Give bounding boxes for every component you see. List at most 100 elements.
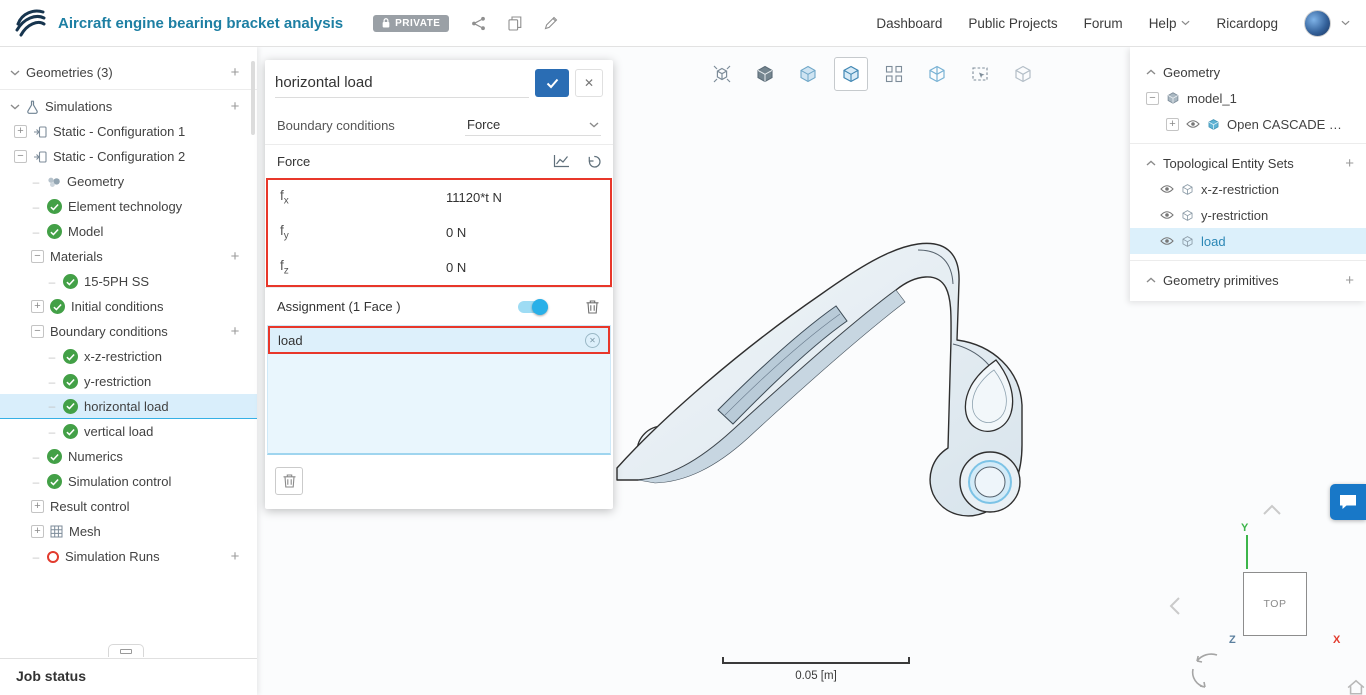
chevron-up-icon[interactable] [1146, 160, 1156, 166]
bc-type-select[interactable]: Force [465, 114, 601, 136]
app-logo-icon[interactable] [14, 5, 46, 42]
nav-forum[interactable]: Forum [1084, 16, 1123, 31]
job-status-bar[interactable]: Job status [0, 658, 257, 695]
isometric-view-button[interactable] [834, 57, 868, 91]
tree-item-static-configuration-2[interactable]: − Static - Configuration 2 [0, 144, 257, 169]
rotate-left-chevron-icon[interactable] [1169, 596, 1181, 616]
add-simulation-run-button[interactable]: + [227, 548, 243, 565]
geometry-section-header[interactable]: Geometry [1130, 59, 1366, 85]
hide-parts-button[interactable] [1006, 57, 1040, 91]
support-chat-button[interactable] [1330, 484, 1366, 520]
reset-undo-icon[interactable] [586, 154, 601, 169]
bc-name-input[interactable] [275, 68, 529, 98]
collapse-icon[interactable]: − [31, 250, 44, 263]
collapse-icon[interactable]: − [1146, 92, 1159, 105]
nav-help[interactable]: Help [1149, 16, 1191, 31]
visibility-eye-icon[interactable] [1160, 184, 1174, 194]
fz-value-input[interactable]: 0 N [446, 260, 466, 275]
explode-parts-button[interactable] [877, 57, 911, 91]
wireframe-view-button[interactable] [920, 57, 954, 91]
clear-assignment-trash-icon[interactable] [586, 300, 599, 314]
chevron-up-icon[interactable] [1146, 277, 1156, 283]
rotate-view-arrows-icon[interactable] [1187, 649, 1227, 691]
copy-icon[interactable] [508, 16, 522, 31]
topological-entity-sets-header[interactable]: Topological Entity Sets + [1130, 150, 1366, 176]
chevron-up-icon[interactable] [1146, 69, 1156, 75]
share-icon[interactable] [471, 16, 486, 31]
tree-item-simulation-runs[interactable]: – Simulation Runs + [0, 544, 257, 569]
visibility-eye-icon[interactable] [1160, 210, 1174, 220]
topo-set-load[interactable]: load [1130, 228, 1366, 254]
formula-table-icon[interactable] [553, 154, 570, 169]
tree-item-simulation-control[interactable]: – Simulation control [0, 469, 257, 494]
nav-public-projects[interactable]: Public Projects [968, 16, 1057, 31]
visibility-eye-icon[interactable] [1186, 119, 1200, 129]
rename-pencil-icon[interactable] [544, 16, 558, 30]
assignment-toggle[interactable] [518, 301, 548, 313]
collapse-icon[interactable]: − [14, 150, 27, 163]
tree-item-static-configuration-1[interactable]: + Static - Configuration 1 [0, 119, 257, 144]
tree-item-initial-conditions[interactable]: + Initial conditions [0, 294, 257, 319]
cad-part-icon [1207, 118, 1220, 131]
fy-value-input[interactable]: 0 N [446, 225, 466, 240]
lock-icon [382, 18, 390, 28]
collapse-icon[interactable]: − [31, 325, 44, 338]
fx-value-input[interactable]: 11120*t N [446, 190, 502, 205]
expand-icon[interactable]: + [31, 525, 44, 538]
expand-icon[interactable]: + [31, 500, 44, 513]
chevron-down-icon[interactable] [10, 70, 20, 76]
tree-item-material-15-5ph-ss[interactable]: – 15-5PH SS [0, 269, 257, 294]
sidebar-scrollbar[interactable] [251, 61, 255, 135]
expand-icon[interactable]: + [14, 125, 27, 138]
user-avatar[interactable] [1304, 10, 1331, 37]
tree-item-model[interactable]: – Model [0, 219, 257, 244]
add-simulation-button[interactable]: + [227, 98, 243, 115]
nav-dashboard[interactable]: Dashboard [876, 16, 942, 31]
nav-username[interactable]: Ricardopg [1216, 16, 1278, 31]
tree-item-xz-restriction[interactable]: – x-z-restriction [0, 344, 257, 369]
tree-item-materials[interactable]: − Materials + [0, 244, 257, 269]
visibility-eye-icon[interactable] [1160, 236, 1174, 246]
check-icon [546, 78, 559, 89]
tree-item-element-technology[interactable]: – Element technology [0, 194, 257, 219]
tree-item-numerics[interactable]: – Numerics [0, 444, 257, 469]
tree-item-horizontal-load[interactable]: – horizontal load [0, 394, 257, 419]
expand-icon[interactable]: + [31, 300, 44, 313]
rotate-up-chevron-icon[interactable] [1262, 504, 1282, 516]
fit-view-button[interactable] [705, 57, 739, 91]
shaded-view-button[interactable] [748, 57, 782, 91]
tree-item-model-1[interactable]: − model_1 [1130, 85, 1366, 111]
account-menu-chevron-icon[interactable] [1341, 20, 1350, 26]
tree-item-simulations[interactable]: Simulations + [0, 94, 257, 119]
tree-item-geometry[interactable]: – Geometry [0, 169, 257, 194]
geometry-primitives-header[interactable]: Geometry primitives + [1130, 267, 1366, 293]
add-geometry-button[interactable]: + [227, 64, 243, 81]
tree-item-cad-file[interactable]: + Open CASCADE STE... [1130, 111, 1366, 137]
model-3d-view[interactable] [600, 212, 1060, 532]
add-boundary-condition-button[interactable]: + [227, 323, 243, 340]
assigned-entity-chip[interactable]: load ✕ [268, 326, 610, 354]
home-view-icon[interactable] [1347, 679, 1365, 695]
cancel-button[interactable]: ✕ [575, 69, 603, 97]
view-cube[interactable]: TOP [1243, 572, 1307, 636]
remove-assignment-icon[interactable]: ✕ [585, 333, 600, 348]
tree-item-boundary-conditions[interactable]: − Boundary conditions + [0, 319, 257, 344]
sidebar-collapse-handle[interactable] [108, 644, 144, 657]
translucent-view-button[interactable] [791, 57, 825, 91]
assignment-list[interactable]: load ✕ [267, 325, 611, 455]
box-select-button[interactable] [963, 57, 997, 91]
topo-set-xz-restriction[interactable]: x-z-restriction [1130, 176, 1366, 202]
topo-set-y-restriction[interactable]: y-restriction [1130, 202, 1366, 228]
delete-selection-button[interactable] [275, 467, 303, 495]
apply-button[interactable] [535, 69, 569, 97]
tree-item-vertical-load[interactable]: – vertical load [0, 419, 257, 444]
tree-item-result-control[interactable]: + Result control [0, 494, 257, 519]
tree-item-y-restriction[interactable]: – y-restriction [0, 369, 257, 394]
add-geometry-primitive-button[interactable]: + [1345, 272, 1354, 289]
expand-icon[interactable]: + [1166, 118, 1179, 131]
chevron-down-icon[interactable] [10, 104, 20, 110]
tree-item-mesh[interactable]: + Mesh [0, 519, 257, 544]
tree-item-geometries[interactable]: Geometries (3) + [0, 60, 257, 85]
add-material-button[interactable]: + [227, 248, 243, 265]
add-topological-set-button[interactable]: + [1345, 155, 1354, 172]
